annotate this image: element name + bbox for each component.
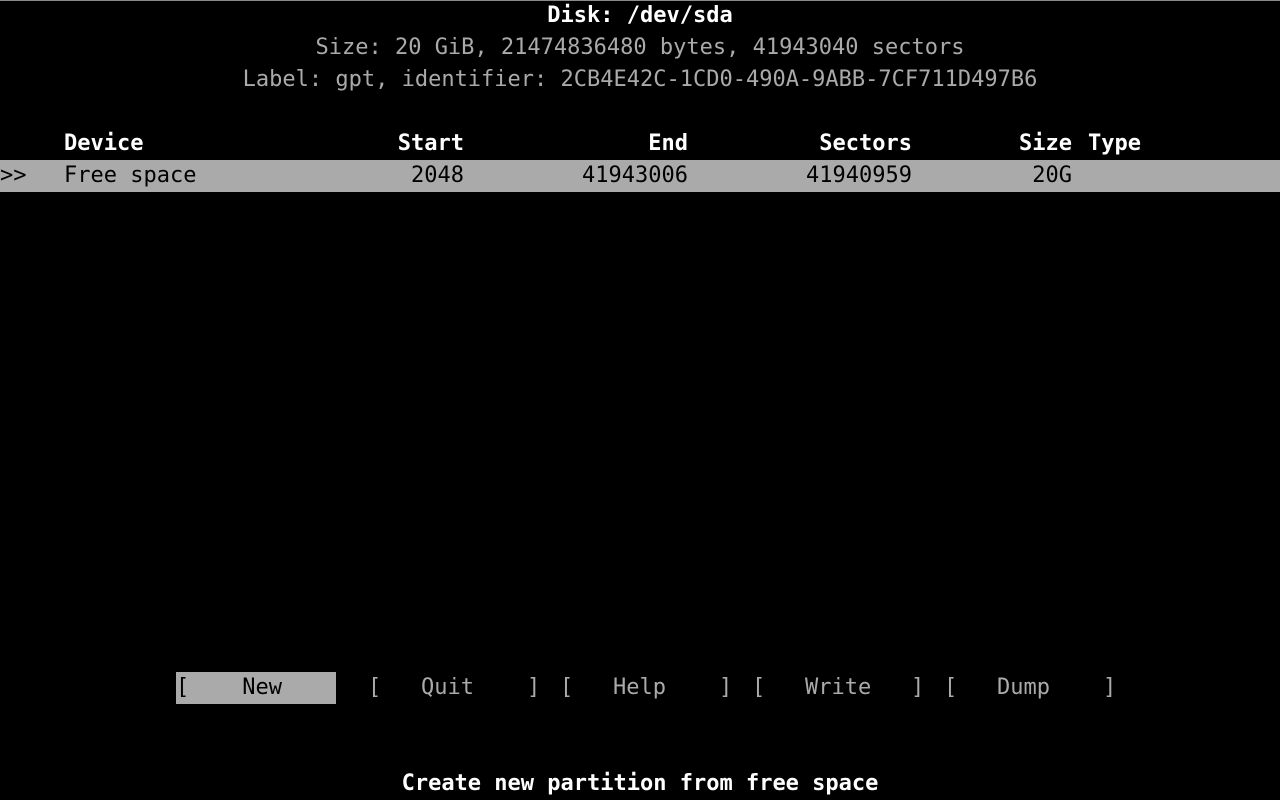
column-header-start: Start [397,131,464,156]
row-cell-sectors: 41940959 [806,163,912,188]
row-cell-size: 20G [1032,163,1072,188]
menu-button-new[interactable]: [ New ] [176,672,348,704]
disk-size-line: Size: 20 GiB, 21474836480 bytes, 4194304… [315,35,965,60]
cfdisk-screen: Disk: /dev/sda Size: 20 GiB, 21474836480… [0,0,1280,800]
row-cell-device: Free space [64,163,197,188]
menu-button-help[interactable]: [ Help ] [560,672,732,704]
table-row[interactable]: >> Free space 2048 41943006 41940959 20G [0,160,1280,192]
row-selection-marker: >> [0,163,27,188]
column-header-device: Device [64,131,144,156]
menu-button-dump[interactable]: [ Dump ] [944,672,1116,704]
menu-button-quit[interactable]: [ Quit ] [368,672,540,704]
row-cell-end: 41943006 [582,163,688,188]
table-header-marker-spacer [0,128,48,160]
row-cell-type [1088,160,1264,192]
status-hint: Create new partition from free space [401,771,879,796]
menu-bar: [ New ] [ Quit ] [ Help ] [ Write ] [ Du… [0,672,1280,704]
menu-button-write[interactable]: [ Write ] [752,672,924,704]
row-cell-start: 2048 [411,163,464,188]
table-header-row: Device Start End Sectors Size Type [0,128,1280,160]
disk-title: Disk: /dev/sda [547,3,733,28]
disk-label-line: Label: gpt, identifier: 2CB4E42C-1CD0-49… [242,67,1038,92]
column-header-size: Size [1019,131,1072,156]
column-header-sectors: Sectors [819,131,912,156]
column-header-end: End [648,131,688,156]
column-header-type: Type [1088,131,1141,156]
